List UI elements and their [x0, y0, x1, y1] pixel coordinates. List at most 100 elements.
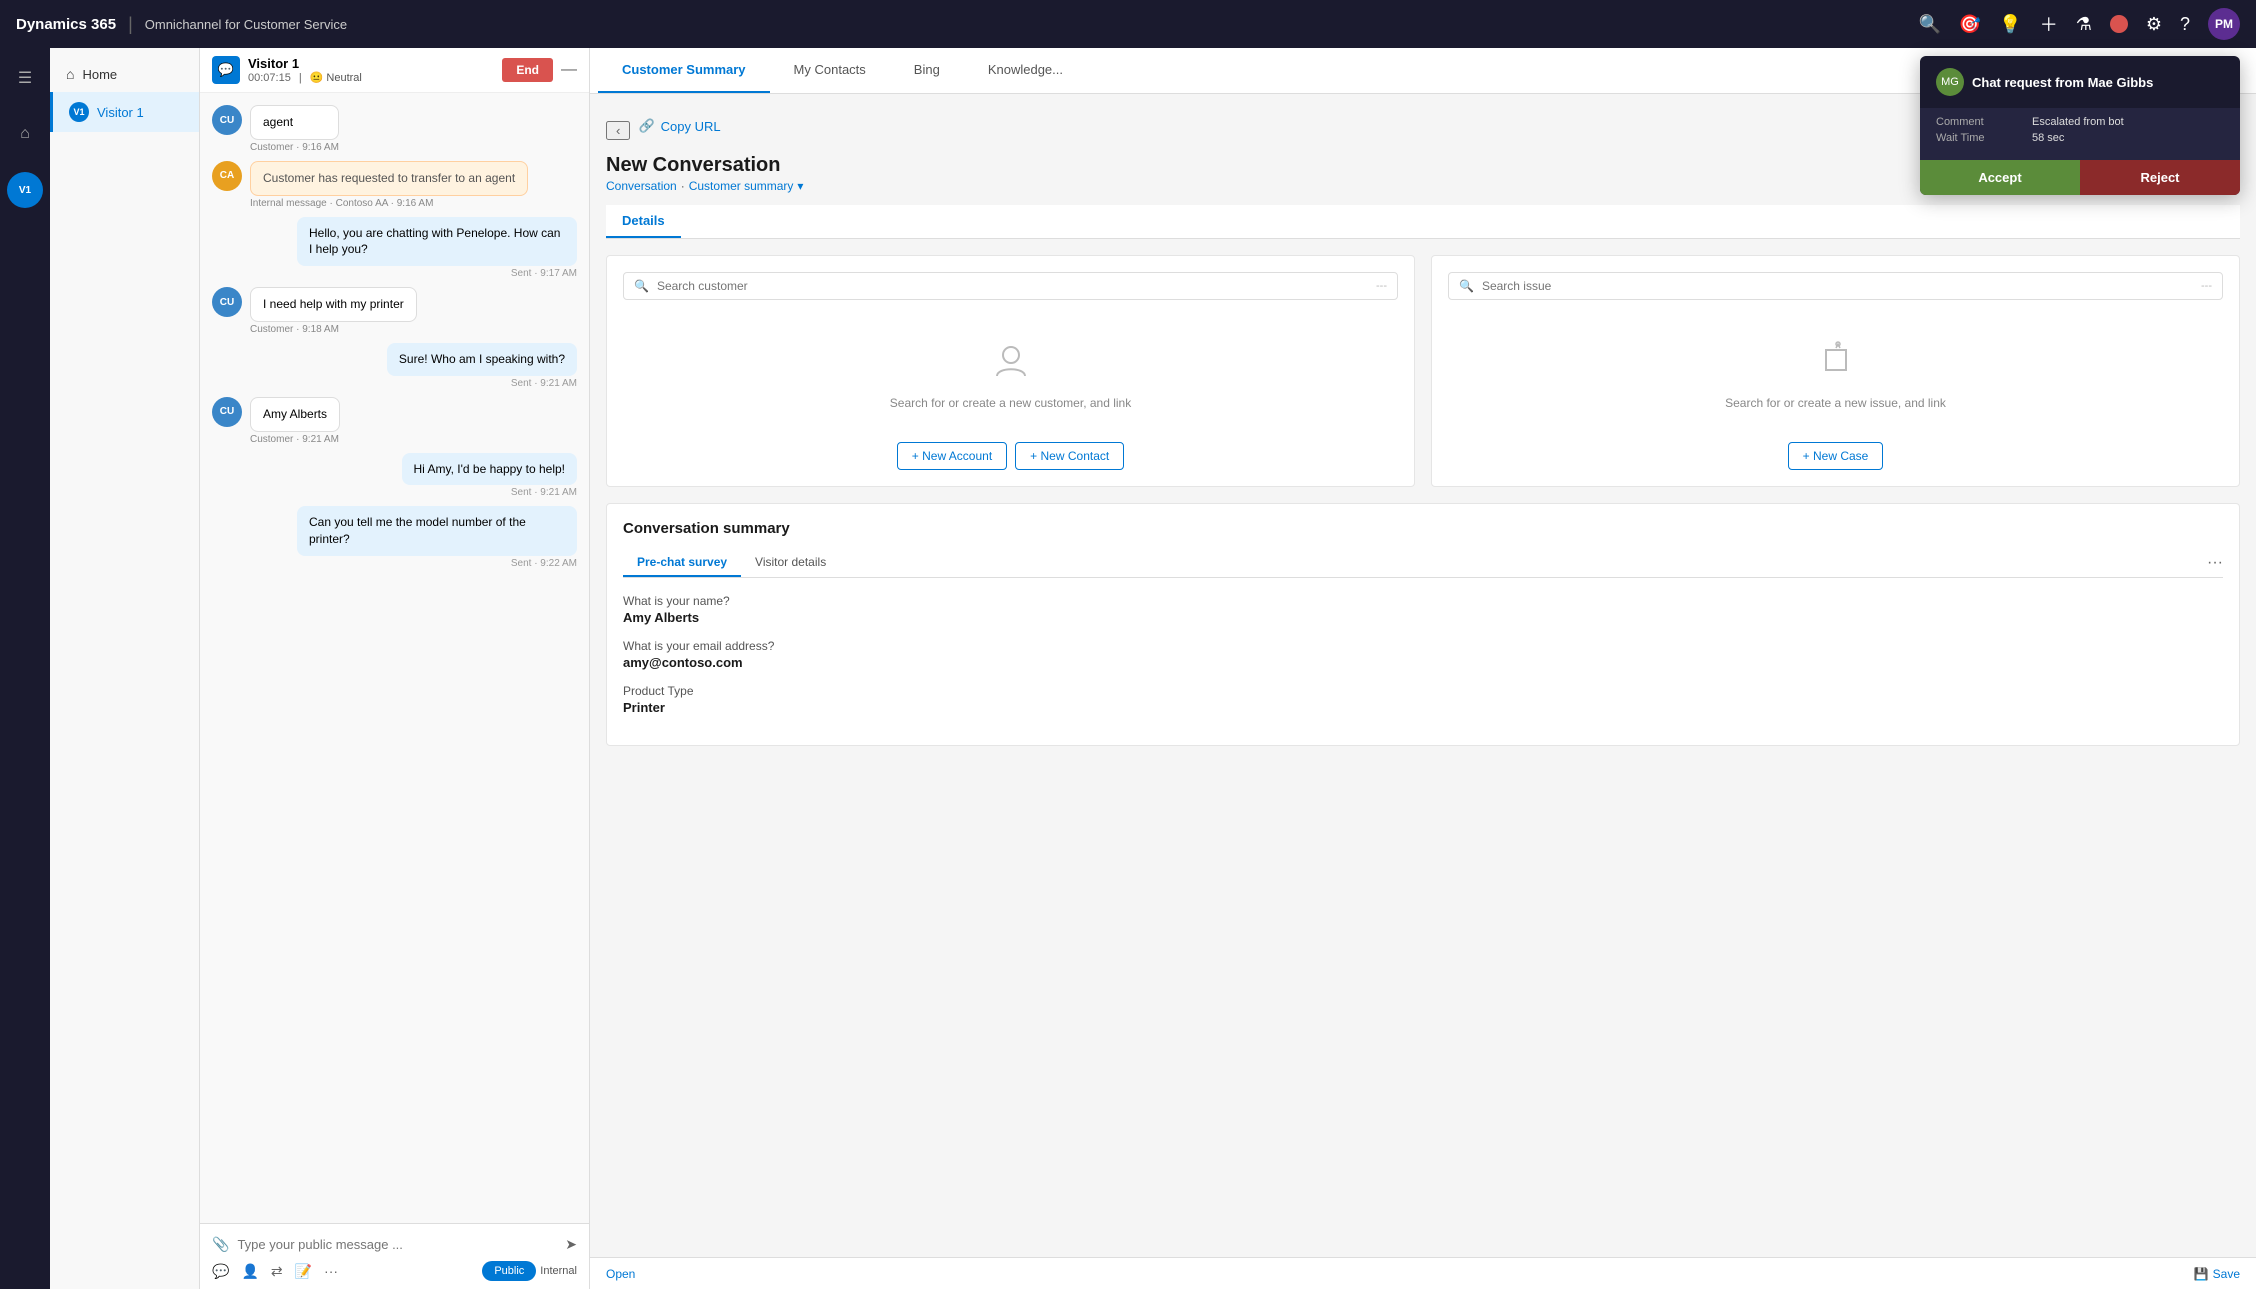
tab-visitor-details[interactable]: Visitor details	[741, 549, 840, 577]
breadcrumb-dropdown[interactable]: ▾	[797, 179, 803, 193]
brand-title: Dynamics 365	[16, 16, 116, 33]
message-time: Customer · 9:21 AM	[250, 434, 340, 445]
tab-customer-summary[interactable]: Customer Summary	[598, 48, 770, 93]
message-time: Sent · 9:22 AM	[297, 558, 577, 569]
minimize-button[interactable]: —	[561, 61, 577, 79]
copy-icon: 🔗	[638, 118, 654, 134]
notification-avatar: MG	[1936, 68, 1964, 96]
new-account-button[interactable]: + New Account	[897, 442, 1007, 470]
notification-popup: MG Chat request from Mae Gibbs Comment E…	[1920, 56, 2240, 195]
message-time: Sent · 9:17 AM	[297, 268, 577, 279]
tab-pre-chat-survey[interactable]: Pre-chat survey	[623, 549, 741, 577]
main-layout: ☰ ⌂ V1 ⌂ Home V1 Visitor 1 💬 Visitor 1 0…	[0, 48, 2256, 1289]
message-bubble: agent	[250, 105, 339, 140]
message-row: Hi Amy, I'd be happy to help! Sent · 9:2…	[212, 453, 577, 499]
home-nav-icon[interactable]: ⌂	[7, 116, 43, 152]
help-icon[interactable]: ?	[2180, 14, 2190, 35]
search-icon: 🔍	[1459, 279, 1474, 293]
customer-search-dots: ---	[1376, 280, 1387, 292]
screen-icon[interactable]: 🖥	[471, 60, 494, 81]
nav-visitor1-label: Visitor 1	[97, 105, 144, 120]
note-icon[interactable]: 📝	[295, 1263, 312, 1280]
add-participant-icon[interactable]: 👤	[241, 1263, 258, 1280]
chat-input[interactable]	[237, 1237, 557, 1252]
sentiment-icon: 😐	[310, 71, 324, 84]
target-icon[interactable]: 🎯	[1959, 14, 1981, 35]
filter-icon[interactable]: ⚗	[2076, 14, 2092, 35]
attachment-icon[interactable]: 📎	[212, 1236, 229, 1253]
notification-wait-row: Wait Time 58 sec	[1936, 132, 2224, 144]
meta-separator: |	[299, 72, 302, 84]
nav-visitor1[interactable]: V1 Visitor 1	[50, 92, 199, 132]
top-navigation: Dynamics 365 | Omnichannel for Customer …	[0, 0, 2256, 48]
customer-search-input[interactable]	[657, 279, 1368, 293]
summary-tabs: Pre-chat survey Visitor details ···	[623, 549, 2223, 578]
notification-body: Comment Escalated from bot Wait Time 58 …	[1920, 108, 2240, 160]
copy-url-button[interactable]: 🔗 Copy URL	[638, 110, 720, 142]
notification-header: MG Chat request from Mae Gibbs	[1920, 56, 2240, 108]
customer-search-field[interactable]: 🔍 ---	[623, 272, 1398, 300]
nav-panel: ⌂ Home V1 Visitor 1	[50, 48, 200, 1289]
issue-card: 🔍 --- Search for or create a new	[1431, 255, 2240, 487]
brand-area: Dynamics 365 | Omnichannel for Customer …	[16, 14, 1906, 35]
message-row: CU I need help with my printer Customer …	[212, 287, 577, 335]
content-area: ‹ 🔗 Copy URL New Conversation Conversati…	[590, 94, 2256, 1257]
user-avatar[interactable]: PM	[2208, 8, 2240, 40]
issue-search-input[interactable]	[1482, 279, 2193, 293]
send-icon[interactable]: ➤	[565, 1236, 577, 1253]
internal-button[interactable]: Internal	[540, 1265, 577, 1277]
details-tabs: Details	[606, 205, 2240, 239]
summary-more-button[interactable]: ···	[2207, 554, 2223, 572]
visitor-nav-item[interactable]: V1	[7, 172, 43, 208]
issue-search-dots: ---	[2201, 280, 2212, 292]
save-icon: 💾	[2194, 1267, 2209, 1281]
breadcrumb-part1[interactable]: Conversation	[606, 179, 677, 193]
tab-bing[interactable]: Bing	[890, 48, 964, 93]
summary-label-product: Product Type	[623, 684, 2223, 698]
quick-reply-icon[interactable]: 💬	[212, 1263, 229, 1280]
breadcrumb-part2[interactable]: Customer summary	[689, 179, 794, 193]
tab-my-contacts[interactable]: My Contacts	[770, 48, 890, 93]
plus-icon[interactable]: ＋	[2040, 11, 2058, 37]
message-bubble: I need help with my printer	[250, 287, 417, 322]
message-row: Can you tell me the model number of the …	[212, 506, 577, 569]
nav-home[interactable]: ⌂ Home	[50, 56, 199, 92]
message-row: Sure! Who am I speaking with? Sent · 9:2…	[212, 343, 577, 389]
new-case-button[interactable]: + New Case	[1788, 442, 1884, 470]
end-button[interactable]: End	[502, 58, 553, 82]
message-bubble: Sure! Who am I speaking with?	[387, 343, 577, 376]
left-sidebar: ☰ ⌂ V1	[0, 48, 50, 1289]
more-options-icon[interactable]: ···	[324, 1263, 338, 1279]
hamburger-menu-icon[interactable]: ☰	[7, 60, 43, 96]
transfer-icon[interactable]: ⇄	[271, 1263, 283, 1280]
notification-comment-row: Comment Escalated from bot	[1936, 116, 2224, 128]
tab-knowledge[interactable]: Knowledge...	[964, 48, 1087, 93]
message-time: Customer · 9:16 AM	[250, 142, 339, 153]
public-button[interactable]: Public	[482, 1261, 536, 1281]
chat-toolbar: 💬 👤 ⇄ 📝 ··· Public Internal	[208, 1257, 581, 1281]
message-time: Internal message · Contoso AA · 9:16 AM	[250, 198, 528, 209]
session-time: 00:07:15	[248, 72, 291, 84]
new-contact-button[interactable]: + New Contact	[1015, 442, 1124, 470]
accept-button[interactable]: Accept	[1920, 160, 2080, 195]
bottom-bar: Open 💾 Save	[590, 1257, 2256, 1289]
main-content: Customer Summary My Contacts Bing Knowle…	[590, 48, 2256, 1289]
lightbulb-icon[interactable]: 💡	[1999, 14, 2021, 35]
search-icon[interactable]: 🔍	[1918, 14, 1940, 35]
message-time: Sent · 9:21 AM	[387, 378, 577, 389]
issue-search-field[interactable]: 🔍 ---	[1448, 272, 2223, 300]
issue-empty-state: Search for or create a new issue, and li…	[1448, 316, 2223, 434]
save-button[interactable]: 💾 Save	[2194, 1267, 2240, 1281]
summary-card-title: Conversation summary	[623, 520, 2223, 537]
message-bubble: Hi Amy, I'd be happy to help!	[402, 453, 578, 486]
open-button[interactable]: Open	[606, 1267, 635, 1281]
visitor-name: Visitor 1	[248, 56, 463, 71]
summary-value-name: Amy Alberts	[623, 610, 2223, 625]
customer-empty-text: Search for or create a new customer, and…	[890, 396, 1131, 410]
tab-details[interactable]: Details	[606, 205, 681, 238]
back-button[interactable]: ‹	[606, 121, 630, 140]
customer-empty-state: Search for or create a new customer, and…	[623, 316, 1398, 434]
message-avatar: CU	[212, 397, 242, 427]
reject-button[interactable]: Reject	[2080, 160, 2240, 195]
settings-icon[interactable]: ⚙	[2146, 14, 2162, 35]
